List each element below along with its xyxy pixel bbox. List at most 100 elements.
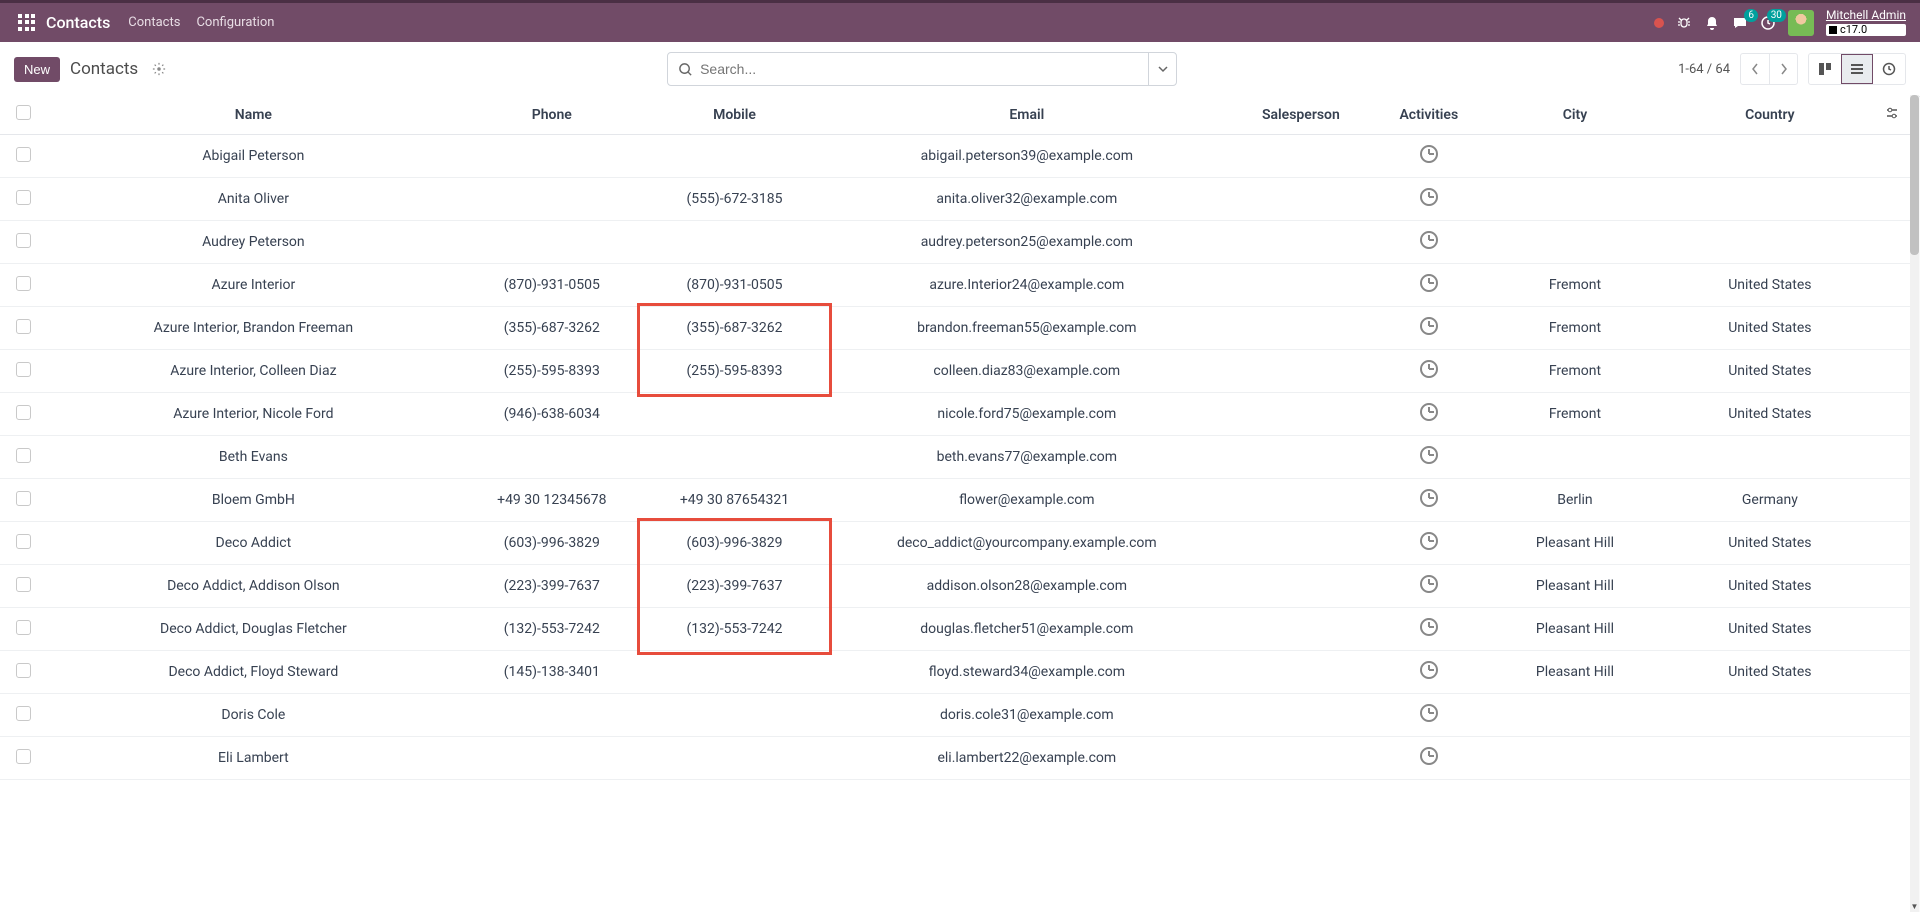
cell-city: Pleasant Hill bbox=[1484, 565, 1667, 608]
row-checkbox[interactable] bbox=[16, 577, 31, 592]
record-indicator-icon[interactable] bbox=[1654, 18, 1664, 28]
discuss-icon[interactable]: 6 bbox=[1732, 15, 1748, 31]
sliders-icon bbox=[1885, 106, 1899, 120]
col-header-salesperson[interactable]: Salesperson bbox=[1228, 95, 1374, 135]
cell-country bbox=[1666, 135, 1873, 178]
nav-contacts[interactable]: Contacts bbox=[128, 15, 180, 30]
new-button[interactable]: New bbox=[14, 57, 60, 82]
cell-activities[interactable] bbox=[1374, 651, 1484, 694]
gear-icon[interactable] bbox=[152, 62, 166, 76]
pager-next[interactable] bbox=[1769, 54, 1797, 84]
user-name[interactable]: Mitchell Admin bbox=[1826, 9, 1906, 22]
cell-phone: (132)-553-7242 bbox=[460, 608, 643, 651]
cell-mobile: (603)-996-3829 bbox=[643, 522, 826, 565]
table-row[interactable]: Deco Addict, Floyd Steward(145)-138-3401… bbox=[0, 651, 1910, 694]
row-checkbox[interactable] bbox=[16, 190, 31, 205]
table-row[interactable]: Audrey Petersonaudrey.peterson25@example… bbox=[0, 221, 1910, 264]
cell-email: flower@example.com bbox=[826, 479, 1228, 522]
table-row[interactable]: Doris Coledoris.cole31@example.com bbox=[0, 694, 1910, 737]
row-checkbox[interactable] bbox=[16, 319, 31, 334]
cell-activities[interactable] bbox=[1374, 264, 1484, 307]
col-header-mobile[interactable]: Mobile bbox=[643, 95, 826, 135]
bug-icon[interactable] bbox=[1676, 15, 1692, 31]
row-checkbox[interactable] bbox=[16, 448, 31, 463]
table-row[interactable]: Deco Addict(603)-996-3829(603)-996-3829d… bbox=[0, 522, 1910, 565]
cell-activities[interactable] bbox=[1374, 393, 1484, 436]
row-checkbox[interactable] bbox=[16, 706, 31, 721]
col-header-phone[interactable]: Phone bbox=[460, 95, 643, 135]
select-all-checkbox[interactable] bbox=[16, 105, 31, 120]
col-header-country[interactable]: Country bbox=[1666, 95, 1873, 135]
cell-country bbox=[1666, 737, 1873, 780]
table-row[interactable]: Abigail Petersonabigail.peterson39@examp… bbox=[0, 135, 1910, 178]
nav-configuration[interactable]: Configuration bbox=[196, 15, 274, 30]
cell-country: United States bbox=[1666, 651, 1873, 694]
view-list[interactable] bbox=[1841, 54, 1873, 84]
pager-text[interactable]: 1-64 / 64 bbox=[1678, 62, 1730, 77]
search-options-toggle[interactable] bbox=[1148, 53, 1176, 85]
table-row[interactable]: Beth Evansbeth.evans77@example.com bbox=[0, 436, 1910, 479]
cell-activities[interactable] bbox=[1374, 436, 1484, 479]
col-header-activities[interactable]: Activities bbox=[1374, 95, 1484, 135]
row-checkbox[interactable] bbox=[16, 276, 31, 291]
row-checkbox[interactable] bbox=[16, 405, 31, 420]
cell-country bbox=[1666, 436, 1873, 479]
user-avatar[interactable] bbox=[1788, 10, 1814, 36]
cell-activities[interactable] bbox=[1374, 479, 1484, 522]
table-row[interactable]: Eli Lamberteli.lambert22@example.com bbox=[0, 737, 1910, 780]
table-row[interactable]: Anita Oliver(555)-672-3185anita.oliver32… bbox=[0, 178, 1910, 221]
scrollbar-thumb[interactable] bbox=[1910, 95, 1919, 255]
col-header-city[interactable]: City bbox=[1484, 95, 1667, 135]
row-checkbox[interactable] bbox=[16, 362, 31, 377]
row-checkbox[interactable] bbox=[16, 491, 31, 506]
row-checkbox[interactable] bbox=[16, 620, 31, 635]
activity-icon[interactable]: 30 bbox=[1760, 15, 1776, 31]
brand-title[interactable]: Contacts bbox=[46, 13, 110, 32]
cell-email: abigail.peterson39@example.com bbox=[826, 135, 1228, 178]
row-checkbox[interactable] bbox=[16, 663, 31, 678]
cell-phone bbox=[460, 694, 643, 737]
discuss-badge: 6 bbox=[1744, 9, 1758, 22]
cell-activities[interactable] bbox=[1374, 178, 1484, 221]
apps-menu-icon[interactable] bbox=[18, 14, 36, 32]
row-checkbox[interactable] bbox=[16, 147, 31, 162]
search-input[interactable] bbox=[700, 61, 1138, 77]
table-row[interactable]: Deco Addict, Douglas Fletcher(132)-553-7… bbox=[0, 608, 1910, 651]
cell-mobile bbox=[643, 651, 826, 694]
bell-icon[interactable] bbox=[1704, 15, 1720, 31]
cell-email: audrey.peterson25@example.com bbox=[826, 221, 1228, 264]
cell-activities[interactable] bbox=[1374, 221, 1484, 264]
col-header-name[interactable]: Name bbox=[46, 95, 460, 135]
cell-activities[interactable] bbox=[1374, 522, 1484, 565]
cell-salesperson bbox=[1228, 522, 1374, 565]
view-kanban[interactable] bbox=[1809, 54, 1841, 84]
clock-icon bbox=[1420, 317, 1438, 335]
clock-icon bbox=[1420, 188, 1438, 206]
cell-activities[interactable] bbox=[1374, 307, 1484, 350]
database-badge[interactable]: c17.0 bbox=[1826, 24, 1906, 36]
col-options[interactable] bbox=[1873, 95, 1910, 135]
scroll-down-icon[interactable]: ▼ bbox=[1910, 900, 1919, 912]
col-header-email[interactable]: Email bbox=[826, 95, 1228, 135]
table-row[interactable]: Azure Interior, Brandon Freeman(355)-687… bbox=[0, 307, 1910, 350]
view-activity[interactable] bbox=[1873, 54, 1905, 84]
table-row[interactable]: Azure Interior, Colleen Diaz(255)-595-83… bbox=[0, 350, 1910, 393]
cell-activities[interactable] bbox=[1374, 737, 1484, 780]
cell-activities[interactable] bbox=[1374, 350, 1484, 393]
cell-country bbox=[1666, 178, 1873, 221]
cell-activities[interactable] bbox=[1374, 135, 1484, 178]
table-row[interactable]: Bloem GmbH+49 30 12345678+49 30 87654321… bbox=[0, 479, 1910, 522]
clock-icon bbox=[1420, 532, 1438, 550]
cell-activities[interactable] bbox=[1374, 565, 1484, 608]
table-row[interactable]: Azure Interior, Nicole Ford(946)-638-603… bbox=[0, 393, 1910, 436]
cell-salesperson bbox=[1228, 608, 1374, 651]
cell-activities[interactable] bbox=[1374, 694, 1484, 737]
pager-prev[interactable] bbox=[1741, 54, 1769, 84]
cell-activities[interactable] bbox=[1374, 608, 1484, 651]
row-checkbox[interactable] bbox=[16, 534, 31, 549]
row-checkbox[interactable] bbox=[16, 233, 31, 248]
cell-phone bbox=[460, 135, 643, 178]
table-row[interactable]: Deco Addict, Addison Olson(223)-399-7637… bbox=[0, 565, 1910, 608]
row-checkbox[interactable] bbox=[16, 749, 31, 764]
table-row[interactable]: Azure Interior(870)-931-0505(870)-931-05… bbox=[0, 264, 1910, 307]
